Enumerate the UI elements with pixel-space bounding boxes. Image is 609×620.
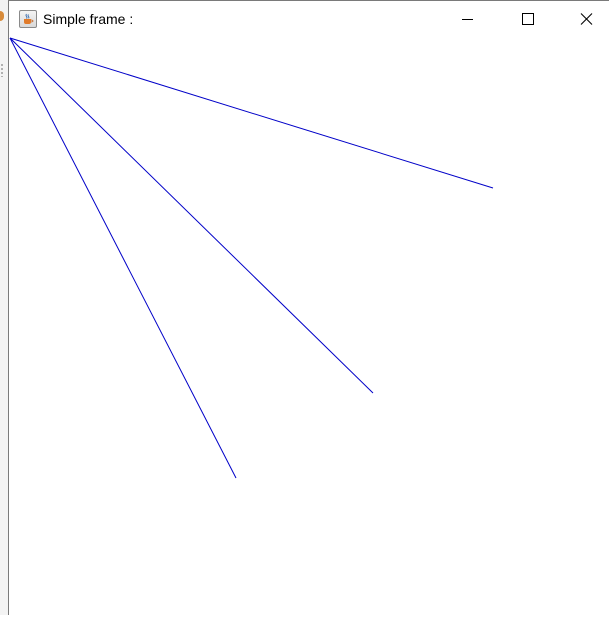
drawn-line: [9, 37, 374, 394]
minimize-icon: [462, 19, 473, 20]
grip-dots: [1, 63, 3, 77]
maximize-icon: [522, 13, 534, 25]
window-title: Simple frame :: [43, 11, 134, 27]
maximize-button[interactable]: [499, 1, 557, 37]
drawing-canvas[interactable]: [9, 37, 609, 616]
drawn-line: [9, 37, 494, 189]
background-app-icon: [0, 11, 4, 21]
drawing-surface: [9, 37, 494, 479]
close-icon: [580, 13, 593, 25]
background-desktop-strip: [0, 0, 8, 615]
java-cup-icon[interactable]: [19, 10, 37, 28]
close-button[interactable]: [557, 1, 609, 37]
app-window: Simple frame :: [8, 0, 609, 615]
title-bar[interactable]: Simple frame :: [9, 1, 609, 37]
drawn-line: [9, 37, 237, 479]
minimize-button[interactable]: [439, 1, 497, 37]
